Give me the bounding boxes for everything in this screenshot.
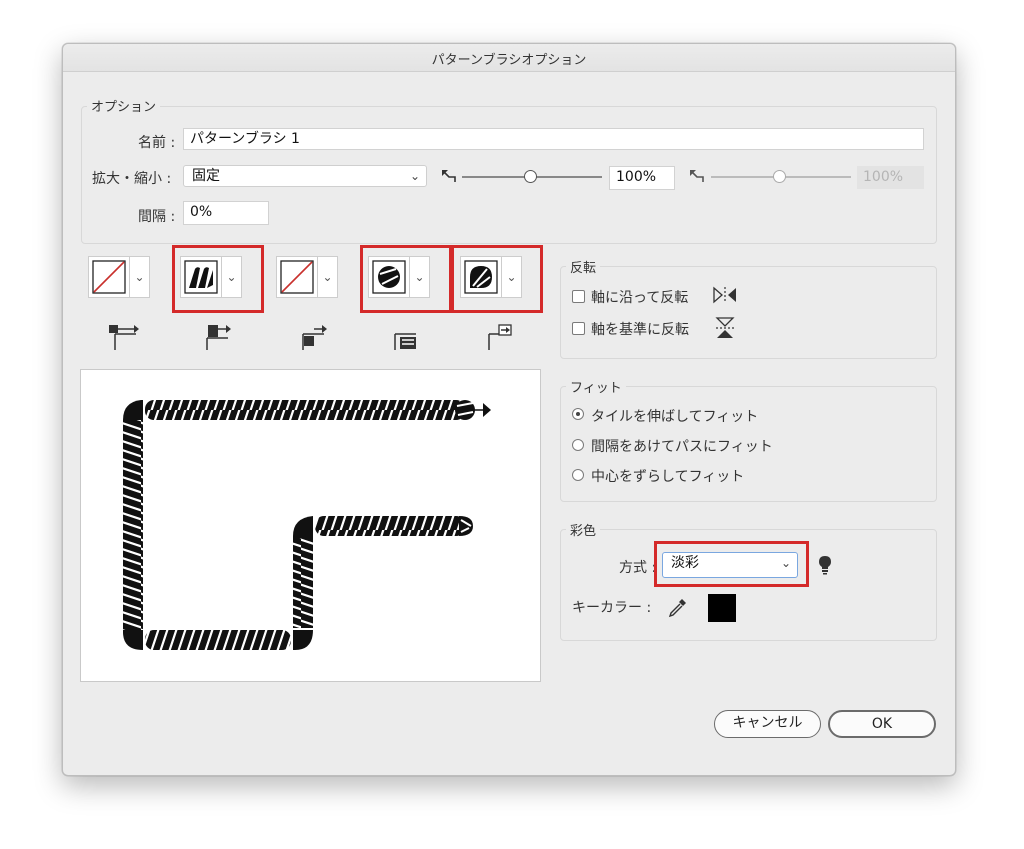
outer-corner-highlight bbox=[172, 245, 264, 313]
chevron-down-icon: ⌄ bbox=[409, 169, 420, 183]
tips-lightbulb-icon[interactable] bbox=[817, 555, 833, 575]
flip-across-checkbox[interactable] bbox=[572, 322, 585, 335]
inner-corner-tile-dropdown[interactable]: ⌄ bbox=[318, 256, 338, 298]
fit-offset-label[interactable]: 中心をずらしてフィット bbox=[591, 466, 744, 486]
method-label: 方式 : bbox=[619, 560, 657, 576]
scale-mode-value: 固定 bbox=[192, 168, 220, 184]
scale-variation-slider-thumb bbox=[773, 170, 786, 183]
scale-min-icon bbox=[442, 170, 456, 182]
flip-group bbox=[560, 266, 937, 359]
inner-corner-type-icon bbox=[302, 325, 327, 350]
scale-value-input[interactable]: 100% bbox=[609, 166, 675, 190]
preview-panel bbox=[80, 369, 541, 682]
scale-variation-input-disabled: 100% bbox=[857, 166, 924, 189]
inner-corner-tile-swatch[interactable] bbox=[276, 256, 318, 298]
scale-variation-icon bbox=[690, 170, 704, 182]
eyedropper-icon[interactable] bbox=[667, 596, 689, 618]
spacing-label: 間隔 : bbox=[138, 209, 176, 225]
title-bar[interactable]: パターンブラシオプション bbox=[63, 44, 955, 72]
flip-across-label[interactable]: 軸を基準に反転 bbox=[591, 319, 689, 339]
end-tile-highlight bbox=[451, 245, 543, 313]
outer-corner-type-icon bbox=[206, 325, 231, 350]
name-label: 名前 : bbox=[138, 135, 176, 151]
rope-path-preview bbox=[123, 400, 491, 650]
fit-offset-radio[interactable] bbox=[572, 469, 584, 481]
spacing-input[interactable]: 0% bbox=[183, 201, 269, 225]
side-tile-swatch[interactable] bbox=[88, 256, 130, 298]
flip-along-checkbox[interactable] bbox=[572, 290, 585, 303]
scale-mode-select[interactable]: 固定 ⌄ bbox=[183, 165, 427, 187]
fit-spacing-label[interactable]: 間隔をあけてパスにフィット bbox=[591, 436, 773, 456]
cancel-button[interactable]: キャンセル bbox=[714, 710, 821, 738]
fit-stretch-label[interactable]: タイルを伸ばしてフィット bbox=[591, 406, 758, 426]
key-color-swatch[interactable] bbox=[708, 594, 736, 622]
none-swatch-icon bbox=[280, 260, 314, 294]
dialog-title: パターンブラシオプション bbox=[431, 53, 587, 68]
flip-across-icon bbox=[715, 317, 735, 338]
start-tile-type-icon bbox=[394, 333, 416, 350]
end-tile-type-icon bbox=[488, 324, 512, 350]
method-highlight bbox=[654, 541, 809, 587]
colorization-group-label: 彩色 bbox=[566, 520, 601, 539]
scale-slider-thumb[interactable] bbox=[524, 170, 537, 183]
fit-group-label: フィット bbox=[566, 377, 626, 396]
flip-along-icon bbox=[713, 286, 736, 304]
options-group-label: オプション bbox=[87, 96, 161, 115]
start-tile-highlight bbox=[360, 245, 452, 313]
fit-spacing-radio[interactable] bbox=[572, 439, 584, 451]
fit-stretch-radio[interactable] bbox=[572, 408, 584, 420]
scale-label: 拡大・縮小 : bbox=[92, 171, 172, 187]
none-swatch-icon bbox=[92, 260, 126, 294]
side-tile-dropdown[interactable]: ⌄ bbox=[130, 256, 150, 298]
name-input[interactable]: パターンブラシ 1 bbox=[183, 128, 924, 150]
side-tile-type-icon bbox=[109, 325, 139, 350]
flip-along-label[interactable]: 軸に沿って反転 bbox=[591, 287, 688, 307]
ok-button[interactable]: OK bbox=[828, 710, 936, 738]
key-color-label: キーカラー : bbox=[572, 600, 652, 616]
flip-group-label: 反転 bbox=[566, 257, 601, 276]
